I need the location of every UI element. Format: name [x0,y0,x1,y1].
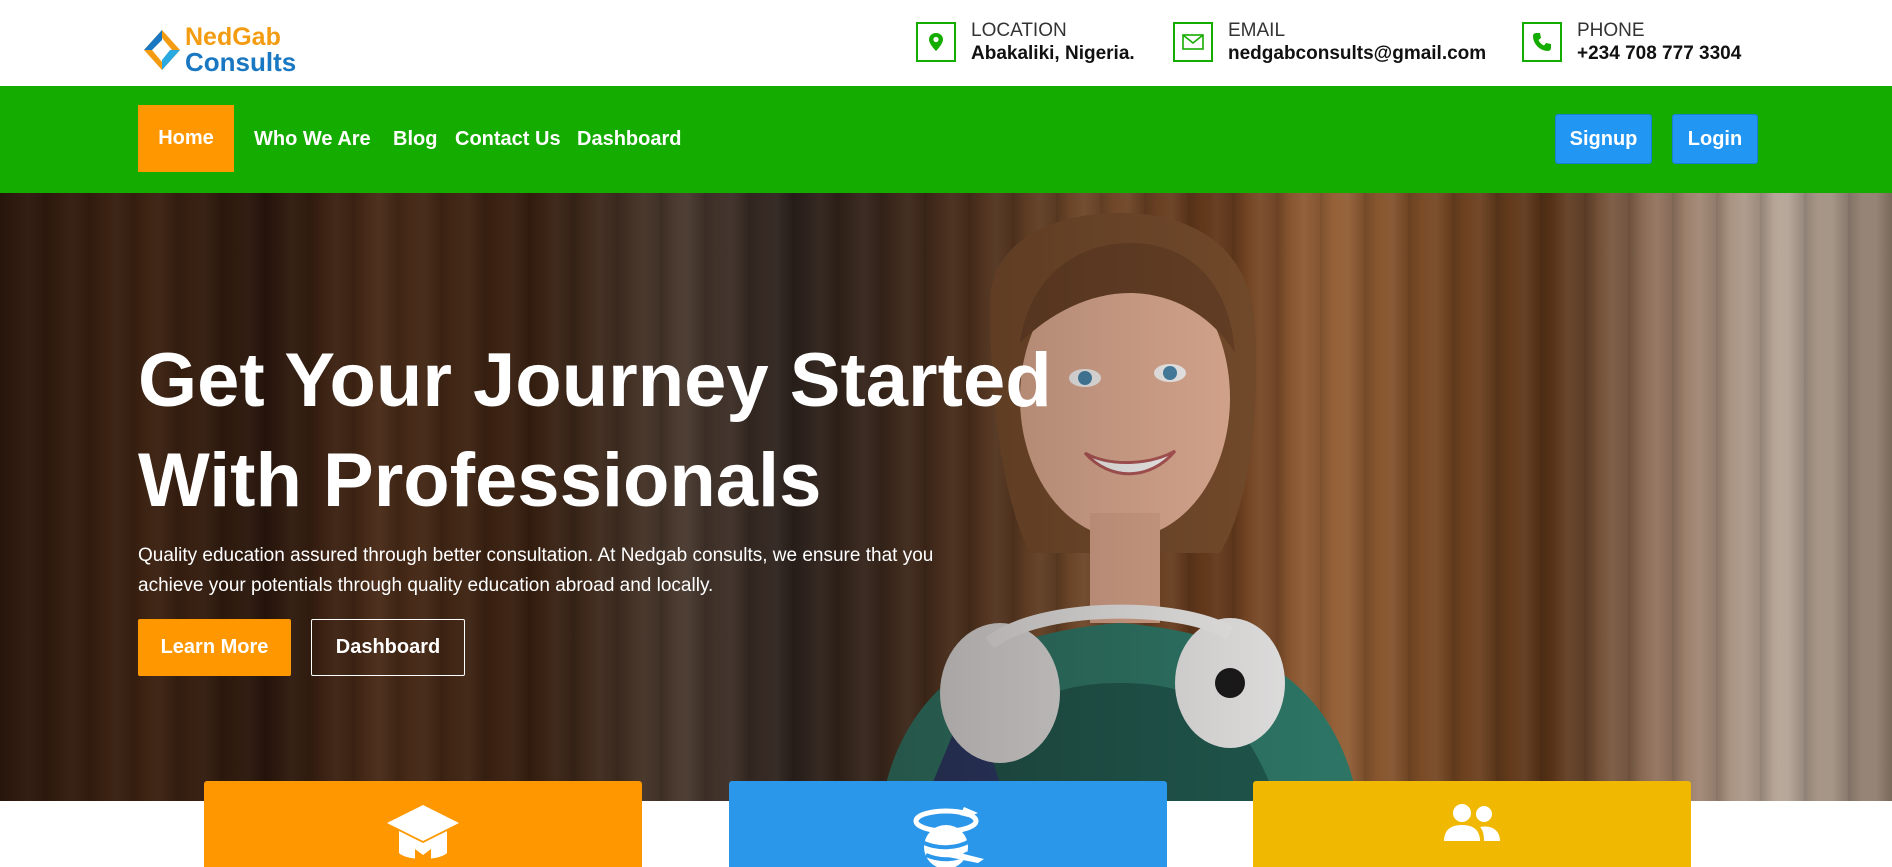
phone-label: PHONE [1577,20,1645,41]
signup-button[interactable]: Signup [1555,114,1652,164]
location-label: LOCATION [971,20,1067,41]
email-value[interactable]: nedgabconsults@gmail.com [1228,43,1486,65]
hero-title-line-2: With Professionals [138,438,822,523]
nav-home[interactable]: Home [138,105,234,172]
users-icon [1444,804,1500,841]
feature-card-community[interactable] [1253,781,1691,867]
email-label: EMAIL [1228,20,1286,41]
globe-plane-icon [913,807,984,867]
phone-value[interactable]: +234 708 777 3304 [1577,43,1741,65]
hero-section: Get Your Journey Started With Profession… [0,193,1892,801]
nav-who-we-are[interactable]: Who We Are [254,86,371,193]
hero-title-line-1: Get Your Journey Started [138,338,1052,423]
graduation-cap-icon [387,805,459,867]
logo-icon [144,30,180,70]
map-pin-icon [916,22,956,62]
feature-card-education[interactable] [204,781,642,867]
hero-dashboard-button[interactable]: Dashboard [311,619,465,676]
hero-title: Get Your Journey Started With Profession… [138,331,1138,531]
main-nav: Home Who We Are Blog Contact Us Dashboar… [0,86,1892,193]
logo[interactable]: NedGab Consults [142,24,302,76]
feature-card-travel[interactable] [729,781,1167,867]
location-value: Abakaliki, Nigeria. [971,43,1135,64]
nav-blog[interactable]: Blog [393,86,437,193]
learn-more-button[interactable]: Learn More [138,619,291,676]
envelope-icon [1173,22,1213,62]
nav-dashboard[interactable]: Dashboard [577,86,681,193]
nav-contact-us[interactable]: Contact Us [455,86,561,193]
phone-icon [1522,22,1562,62]
top-bar: NedGab Consults LOCATION Abakaliki, Nige… [0,0,1892,86]
hero-description: Quality education assured through better… [138,545,934,596]
logo-text-bottom: Consults [185,47,297,77]
login-button[interactable]: Login [1672,114,1758,164]
